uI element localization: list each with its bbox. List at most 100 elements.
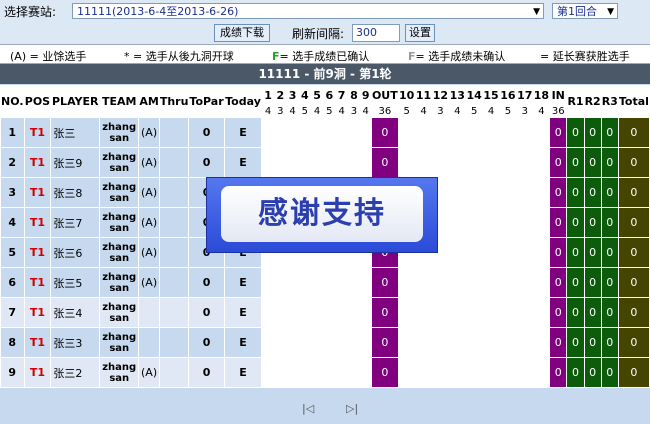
thanks-banner-text: 感谢支持 <box>258 196 386 231</box>
hole-score <box>448 327 467 358</box>
settings-button[interactable]: 设置 <box>405 24 435 42</box>
download-button[interactable]: 成绩下载 <box>214 24 270 42</box>
refresh-label: 刷新间隔: <box>292 27 345 41</box>
pagination: |◁ ▷| <box>0 396 650 424</box>
hole-score <box>310 327 324 358</box>
player-r3: 0 <box>600 147 619 178</box>
table-row[interactable]: 8 T1 张三3 zhang san 0 E 0 0 0 0 0 0 <box>0 327 650 358</box>
top-bar: 选择赛站: 11111(2013-6-4至2013-6-26) ▼ 第1回合 ▼… <box>0 0 650 44</box>
player-thru <box>158 237 190 268</box>
hole-number: 15 <box>482 85 500 105</box>
hole-score <box>334 357 349 388</box>
player-no: 1 <box>0 117 25 148</box>
hole-score <box>482 177 500 208</box>
hole-score <box>273 117 287 148</box>
col-out-header: OUT <box>370 85 399 105</box>
player-name: 张三3 <box>50 327 101 358</box>
player-r1: 0 <box>566 297 585 328</box>
player-no: 3 <box>0 177 25 208</box>
col-thru-header: Thru <box>158 85 190 118</box>
legend-back-nine: * = 选手从後九洞开球 <box>124 50 234 63</box>
player-r3: 0 <box>600 207 619 238</box>
table-row[interactable]: 1 T1 张三 zhang san (A) 0 E 0 0 0 0 0 0 <box>0 117 650 148</box>
header-row: NO. POS PLAYER TEAM AM Thru ToPar Today 1 2 3 4 5 6 7 8… <box>0 85 650 118</box>
hole-score <box>322 327 337 358</box>
col-r2-header: R2 <box>583 85 602 118</box>
player-topar: 0 <box>188 357 225 388</box>
hole-score <box>273 357 287 388</box>
hole-score <box>431 357 450 388</box>
hole-score <box>334 147 349 178</box>
player-r2: 0 <box>583 237 602 268</box>
last-page-icon[interactable]: ▷| <box>346 402 358 415</box>
hole-score <box>334 267 349 298</box>
player-today: E <box>223 297 263 328</box>
player-r2: 0 <box>583 357 602 388</box>
event-select[interactable]: 11111(2013-6-4至2013-6-26) ▼ <box>72 3 544 19</box>
player-r1: 0 <box>566 147 585 178</box>
hole-score <box>499 207 517 238</box>
player-r3: 0 <box>600 267 619 298</box>
hole-score <box>261 147 275 178</box>
legend: (A) = 业馀选手 * = 选手从後九洞开球 F= 选手成绩已确认 F= 选手… <box>0 44 650 64</box>
hole-score <box>499 357 517 388</box>
hole-par: 4 <box>310 104 324 118</box>
hole-par: 3 <box>273 104 287 118</box>
thanks-banner: 感谢支持 <box>206 177 438 253</box>
hole-score <box>334 327 349 358</box>
player-r3: 0 <box>600 177 619 208</box>
hole-score <box>347 267 361 298</box>
player-name: 张三4 <box>50 297 101 328</box>
hole-score <box>414 267 433 298</box>
table-row[interactable]: 7 T1 张三4 zhang san 0 E 0 0 0 0 0 0 <box>0 297 650 328</box>
player-pos: T1 <box>23 267 52 298</box>
refresh-interval-input[interactable]: 300 <box>352 24 400 42</box>
hole-number: 11 <box>414 85 433 105</box>
player-r2: 0 <box>583 327 602 358</box>
hole-score <box>515 237 534 268</box>
hole-par: 5 <box>499 104 517 118</box>
player-in: 0 <box>549 297 568 328</box>
player-r3: 0 <box>600 327 619 358</box>
col-today-header: Today <box>223 85 263 118</box>
hole-score <box>482 207 500 238</box>
col-r1-header: R1 <box>566 85 585 118</box>
player-r1: 0 <box>566 357 585 388</box>
player-am <box>138 297 160 328</box>
player-no: 9 <box>0 357 25 388</box>
hole-score <box>499 237 517 268</box>
player-pos: T1 <box>23 177 52 208</box>
player-today: E <box>223 117 263 148</box>
hole-par: 5 <box>397 104 416 118</box>
hole-score <box>397 357 416 388</box>
player-pos: T1 <box>23 297 52 328</box>
table-row[interactable]: 9 T1 张三2 zhang san (A) 0 E 0 0 0 0 0 0 <box>0 357 650 388</box>
player-r2: 0 <box>583 207 602 238</box>
player-am: (A) <box>138 267 160 298</box>
event-label: 选择赛站: <box>4 5 57 19</box>
hole-number: 14 <box>465 85 484 105</box>
hole-score <box>261 117 275 148</box>
hole-number: 8 <box>347 85 361 105</box>
player-thru <box>158 117 190 148</box>
hole-par: 5 <box>298 104 312 118</box>
col-player-header: PLAYER <box>50 85 101 118</box>
hole-number: 5 <box>310 85 324 105</box>
hole-score <box>499 117 517 148</box>
table-row[interactable]: 2 T1 张三9 zhang san (A) 0 E 0 0 0 0 0 0 <box>0 147 650 178</box>
hole-score <box>261 297 275 328</box>
player-am: (A) <box>138 207 160 238</box>
col-pos-header: POS <box>23 85 52 118</box>
player-r3: 0 <box>600 237 619 268</box>
thanks-banner-panel: 感谢支持 <box>221 186 423 242</box>
first-page-icon[interactable]: |◁ <box>302 402 314 415</box>
player-topar: 0 <box>188 117 225 148</box>
hole-score <box>482 357 500 388</box>
hole-score <box>532 117 551 148</box>
hole-score <box>515 267 534 298</box>
hole-par: 3 <box>431 104 450 118</box>
table-row[interactable]: 6 T1 张三5 zhang san (A) 0 E 0 0 0 0 0 0 <box>0 267 650 298</box>
round-select[interactable]: 第1回合 ▼ <box>552 3 618 19</box>
hole-score <box>310 117 324 148</box>
player-no: 2 <box>0 147 25 178</box>
